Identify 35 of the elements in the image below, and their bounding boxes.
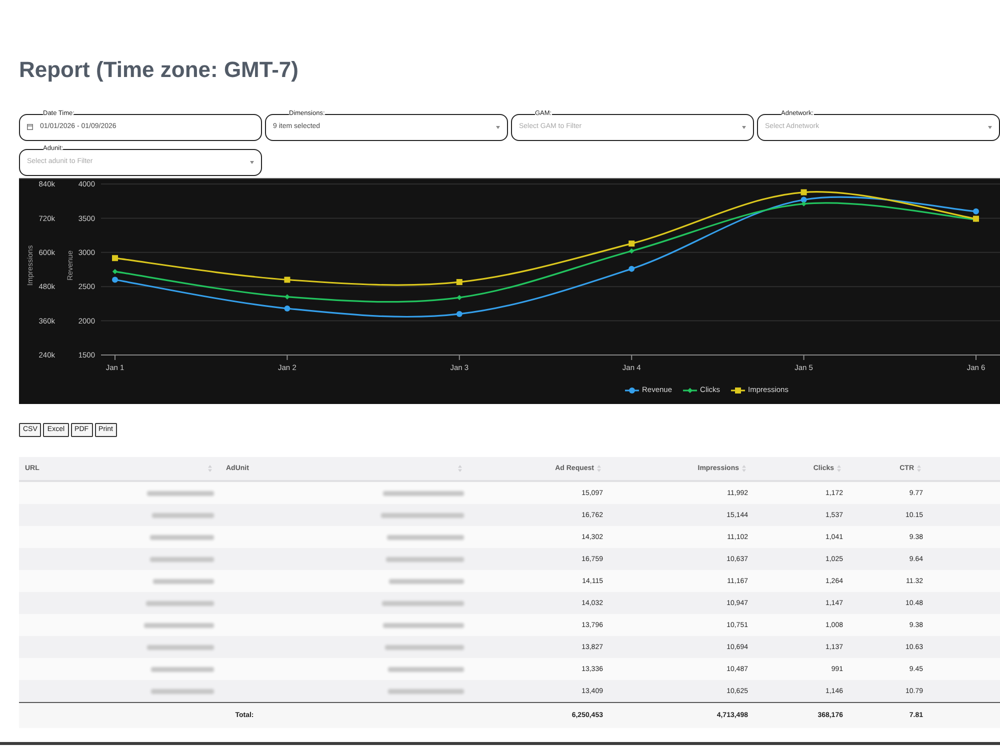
blurred-text	[150, 534, 214, 540]
blurred-text	[151, 666, 214, 672]
sort-icon	[458, 465, 462, 472]
blurred-text	[153, 578, 214, 584]
caret-icon	[742, 126, 746, 128]
sort-icon	[837, 465, 841, 472]
legend-marker-icon	[683, 386, 698, 394]
data-point	[112, 276, 118, 283]
page-title: Report (Time zone: GMT-7)	[19, 56, 298, 84]
caret-icon	[496, 126, 500, 128]
blurred-text	[147, 644, 214, 650]
blurred-text	[146, 600, 214, 606]
caret-icon	[988, 126, 992, 128]
data-point	[284, 306, 290, 312]
blurred-text	[151, 688, 214, 694]
blurred-text	[152, 512, 214, 518]
blurred-text	[150, 556, 214, 562]
data-point	[112, 255, 118, 262]
data-point	[456, 294, 462, 300]
sort-icon	[208, 465, 212, 472]
legend-marker-icon	[625, 386, 639, 394]
data-point	[456, 310, 462, 317]
legend-marker-icon	[731, 386, 746, 394]
data-point	[284, 276, 290, 283]
sort-icon	[597, 465, 601, 472]
blurred-text	[147, 490, 214, 496]
sort-icon	[917, 465, 921, 472]
sort-icon	[742, 465, 746, 472]
blurred-text	[144, 622, 214, 628]
data-point	[456, 279, 462, 286]
data-point	[112, 268, 118, 274]
calendar-icon	[27, 124, 33, 130]
caret-icon	[250, 160, 254, 164]
data-point	[628, 266, 635, 272]
data-point	[284, 294, 290, 300]
